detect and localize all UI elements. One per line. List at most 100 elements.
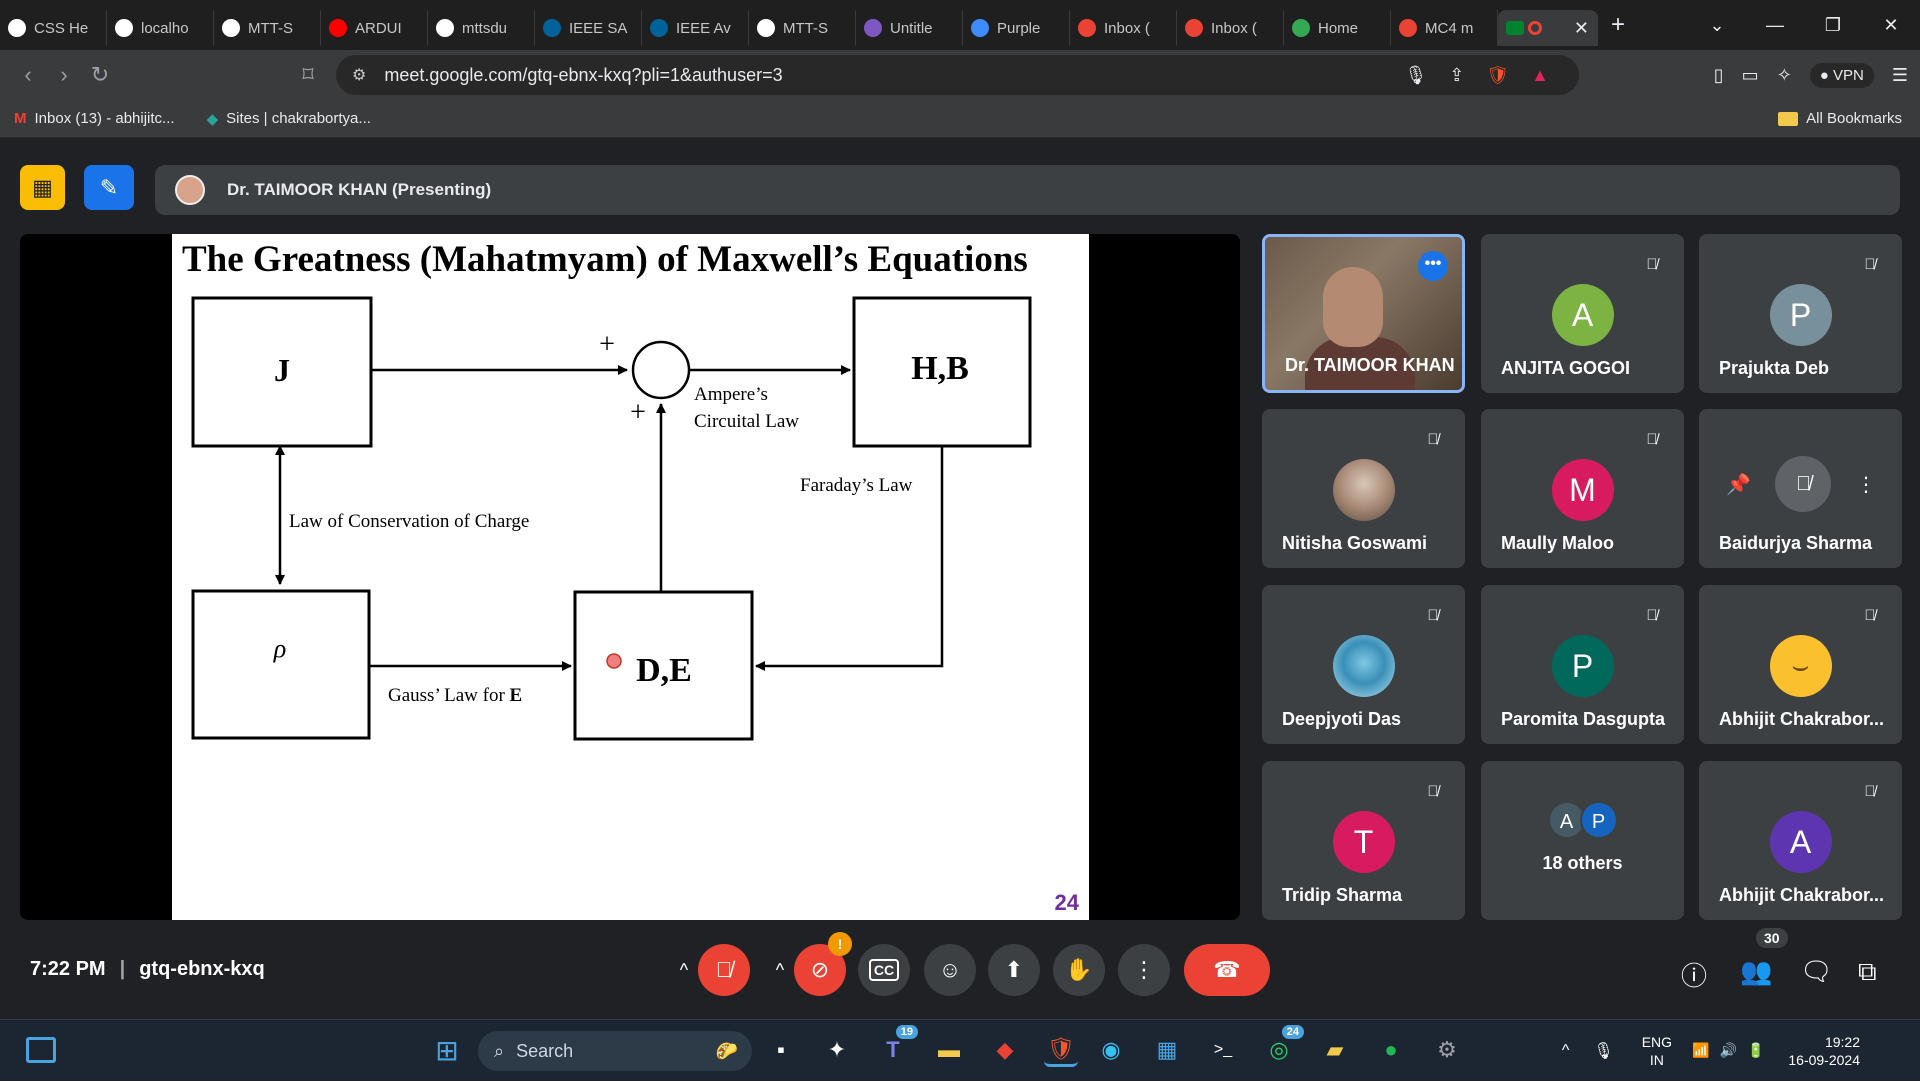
battery-icon[interactable]: 🔋 [1747, 1042, 1764, 1059]
red-app-icon[interactable]: ◆ [988, 1033, 1022, 1067]
slide-page-number: 24 [1054, 890, 1079, 915]
more-options-icon[interactable]: ••• [1418, 251, 1448, 281]
pin-icon[interactable]: 📌 [1726, 472, 1751, 497]
people-icon[interactable]: 👥 [1740, 956, 1772, 987]
chat-icon[interactable]: 🗨 [1800, 956, 1833, 987]
terminal-icon[interactable]: >_ [1206, 1033, 1240, 1067]
present-button[interactable]: ⬆ [988, 944, 1040, 996]
forward-button[interactable]: › [46, 62, 82, 88]
meeting-info: 7:22 PM | gtq-ebnx-kxq [30, 958, 265, 981]
all-bookmarks[interactable]: All Bookmarks [1778, 110, 1902, 127]
wifi-icon[interactable]: 📶 [1692, 1042, 1709, 1059]
new-tab-button[interactable]: + [1598, 11, 1638, 39]
tab-search-icon[interactable]: ⌄ [1688, 15, 1746, 36]
brave-shield-icon[interactable]: 🛡 [1486, 65, 1509, 86]
reactions-button[interactable]: ☺ [924, 944, 976, 996]
mute-participant-icon[interactable]: 🎙̸ [1775, 456, 1832, 512]
brave-browser-icon[interactable]: 🛡 [1044, 1033, 1078, 1067]
browser-tab[interactable]: Home [1284, 10, 1391, 46]
sidebar-icon[interactable]: ▯ [1714, 65, 1724, 86]
microphone-toggle-button[interactable]: 🎙̸ [698, 944, 750, 996]
volume-icon[interactable]: 🔊 [1720, 1042, 1737, 1059]
participant-tile[interactable]: ⌣ Abhijit Chakrabor... 🎙̸ [1699, 585, 1902, 744]
camera-toggle-button[interactable]: ⊘ ! [794, 932, 852, 996]
more-options-button[interactable]: ⋮ [1118, 944, 1170, 996]
label-gauss: Gauss’ Law for E [388, 685, 522, 706]
participant-tile[interactable]: P Paromita Dasgupta 🎙̸ [1481, 585, 1684, 744]
settings-icon[interactable]: ⚙ [1430, 1033, 1464, 1067]
task-view-icon[interactable]: ▪ [764, 1033, 798, 1067]
annotate-button[interactable]: ✎ [84, 165, 134, 210]
activities-icon[interactable]: ⧉ [1858, 956, 1877, 988]
participant-tile[interactable]: Deepjyoti Das 🎙̸ [1262, 585, 1465, 744]
sticky-notes-icon[interactable]: ▰ [1318, 1033, 1352, 1067]
participant-tile[interactable]: A P 18 others [1481, 761, 1684, 920]
show-hidden-icons-icon[interactable]: ^ [1562, 1042, 1570, 1060]
participant-tile[interactable]: ••• Dr. TAIMOOR KHAN [1262, 234, 1465, 393]
leave-call-button[interactable]: ☎ [1184, 944, 1270, 996]
participant-tile[interactable]: A ANJITA GOGOI 🎙̸ [1481, 234, 1684, 393]
taskbar-search[interactable]: ⌕ Search 🌮 [478, 1031, 752, 1071]
menu-icon[interactable]: ☰ [1892, 65, 1908, 86]
whatsapp-icon[interactable]: ◎ 24 [1262, 1025, 1304, 1067]
minimize-button[interactable]: — [1746, 15, 1804, 36]
bookmark-icon[interactable]: ⌑ [290, 62, 326, 88]
microphone-tray-icon[interactable]: 🎙 [1593, 1041, 1613, 1061]
site-info-icon[interactable]: ⚙ [352, 65, 366, 85]
audio-options-button[interactable]: ^ [668, 944, 700, 996]
participant-tile[interactable]: 📌 🎙̸ ⋮ Baidurjya Sharma [1699, 409, 1902, 568]
url-text[interactable]: meet.google.com/gtq-ebnx-kxq?pli=1&authu… [384, 65, 782, 86]
browser-tab[interactable]: Inbox ( [1070, 10, 1177, 46]
participant-tile[interactable]: P Prajukta Deb 🎙̸ [1699, 234, 1902, 393]
more-vertical-icon[interactable]: ⋮ [1856, 472, 1876, 497]
copilot-icon[interactable]: ✦ [820, 1033, 854, 1067]
activities-button[interactable]: ▦ [20, 165, 65, 210]
close-tab-icon[interactable]: ✕ [1574, 18, 1589, 39]
tab-google-meet[interactable]: ✕ [1498, 10, 1598, 46]
browser-tab[interactable]: localho [107, 10, 214, 46]
browser-tab[interactable]: ARDUI [321, 10, 428, 46]
participant-tile[interactable]: T Tridip Sharma 🎙̸ [1262, 761, 1465, 920]
bookmark-sites[interactable]: ◆ Sites | chakrabortya... [207, 110, 371, 128]
browser-tab[interactable]: Untitle [856, 10, 963, 46]
browser-tab[interactable]: mttsdu [428, 10, 535, 46]
browser-tab[interactable]: Inbox ( [1177, 10, 1284, 46]
leo-ai-icon[interactable]: ✧ [1777, 65, 1792, 86]
browser-tab[interactable]: CSS He [0, 10, 107, 46]
spotify-icon[interactable]: ● [1374, 1033, 1408, 1067]
bookmark-inbox[interactable]: M Inbox (13) - abhijitc... [14, 110, 175, 127]
meeting-controls: 7:22 PM | gtq-ebnx-kxq ^ 🎙̸ ^ ⊘ ! CC ☺ ⬆ ✋… [0, 928, 1920, 1018]
participant-tile[interactable]: M Maully Maloo 🎙̸ [1481, 409, 1684, 568]
browser-tab[interactable]: MTT-S [749, 10, 856, 46]
vpn-button[interactable]: ● VPN [1809, 62, 1874, 88]
browser-tab[interactable]: IEEE SA [535, 10, 642, 46]
clock[interactable]: 19:22 16-09-2024 [1788, 1033, 1860, 1069]
back-button[interactable]: ‹ [10, 62, 46, 88]
widgets-icon[interactable] [24, 1033, 58, 1067]
restore-button[interactable]: ❐ [1804, 15, 1862, 36]
wallet-icon[interactable]: ▭ [1742, 65, 1759, 86]
browser-tab[interactable]: Purple [963, 10, 1070, 46]
raise-hand-button[interactable]: ✋ [1053, 944, 1105, 996]
browser-tab[interactable]: MC4 m [1391, 10, 1498, 46]
close-window-button[interactable]: ✕ [1862, 15, 1920, 36]
brave-rewards-icon[interactable]: ▲ [1531, 65, 1549, 86]
share-icon[interactable]: ⇪ [1449, 65, 1464, 86]
file-explorer-icon[interactable]: ▬ [932, 1033, 966, 1067]
captions-button[interactable]: CC [858, 944, 910, 996]
reload-button[interactable]: ↻ [82, 62, 118, 88]
participant-tile[interactable]: Nitisha Goswami 🎙̸ [1262, 409, 1465, 568]
meeting-details-icon[interactable]: ⓘ [1681, 956, 1707, 993]
browser-tab[interactable]: IEEE Av [642, 10, 749, 46]
language-indicator[interactable]: ENG IN [1642, 1033, 1672, 1069]
start-button[interactable]: ⊞ [430, 1033, 464, 1067]
browser-tab[interactable]: MTT-S [214, 10, 321, 46]
edge-icon[interactable]: ◉ [1094, 1033, 1128, 1067]
participant-name: ANJITA GOGOI [1501, 358, 1631, 378]
microphone-icon[interactable]: 🎙 [1404, 65, 1427, 86]
teams-icon[interactable]: T 19 [876, 1025, 918, 1067]
participant-tile[interactable]: A Abhijit Chakrabor... 🎙̸ [1699, 761, 1902, 920]
video-options-button[interactable]: ^ [764, 944, 796, 996]
store-icon[interactable]: ▦ [1150, 1033, 1184, 1067]
address-bar[interactable]: ⚙ meet.google.com/gtq-ebnx-kxq?pli=1&aut… [336, 55, 1579, 95]
